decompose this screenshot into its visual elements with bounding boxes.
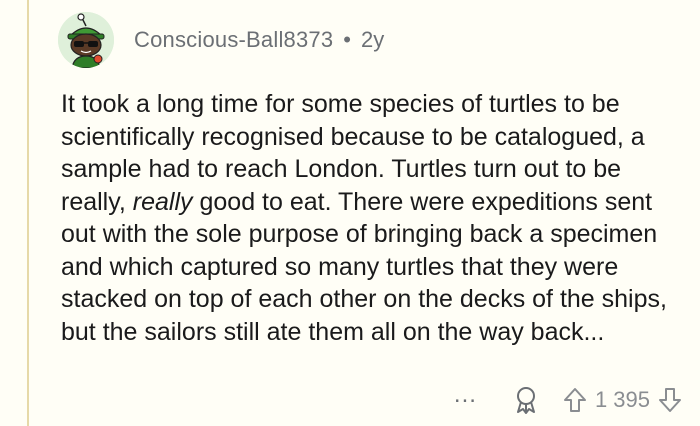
meta-separator: • — [343, 27, 351, 52]
comment-age: 2y — [360, 27, 385, 52]
comment-body: It took a long time for some species of … — [61, 88, 686, 348]
upvote-arrow-icon[interactable] — [563, 387, 587, 413]
snoo-avatar-icon — [58, 12, 114, 68]
award-icon[interactable] — [513, 386, 539, 414]
avatar[interactable] — [58, 12, 114, 68]
more-options-button[interactable]: ... — [454, 383, 477, 407]
comment-header: Conscious-Ball8373 • 2y — [58, 10, 384, 70]
thread-line[interactable] — [27, 0, 29, 426]
comment-actions: ... 1 395 — [454, 382, 682, 418]
comment-text: It took a long time for some species of … — [61, 88, 686, 348]
comment-text-emphasis: really — [132, 187, 193, 216]
username-link[interactable]: Conscious-Ball8373 — [134, 27, 333, 53]
downvote-arrow-icon[interactable] — [658, 387, 682, 413]
vote-score: 1 395 — [594, 387, 650, 412]
comment: Conscious-Ball8373 • 2y It took a long t… — [58, 10, 688, 420]
